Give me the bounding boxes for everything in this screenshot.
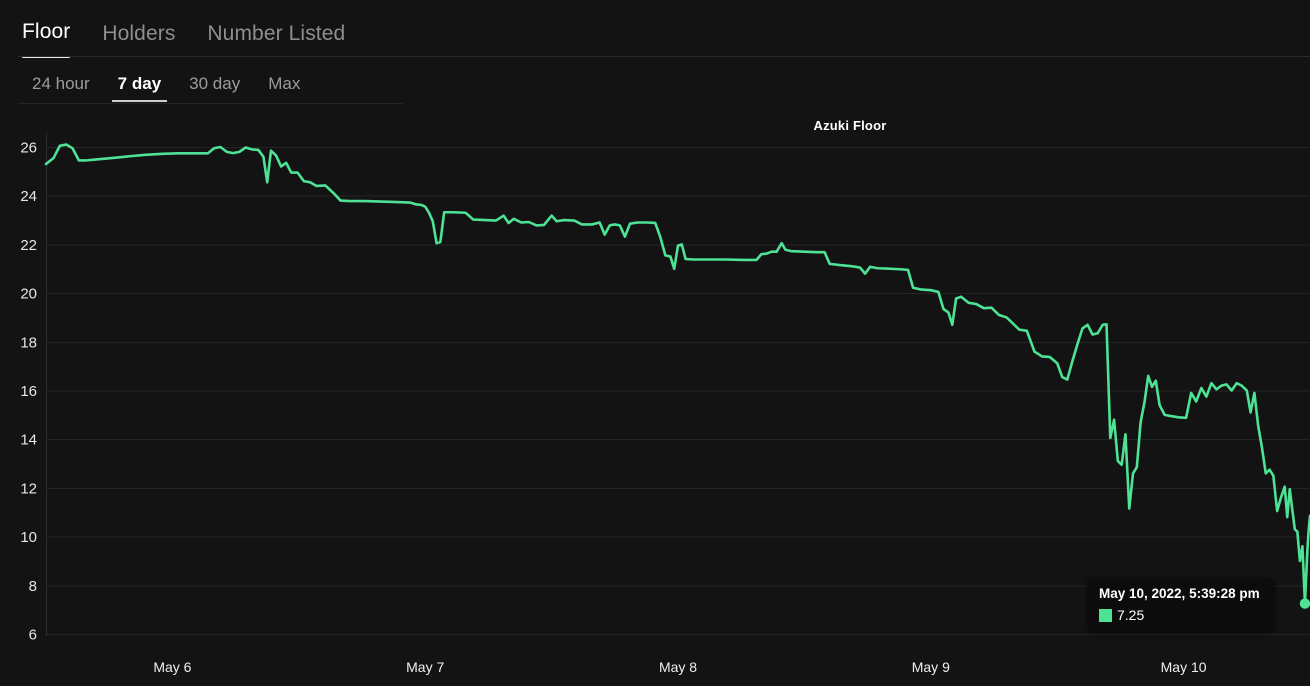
y-axis-tick-label: 22	[20, 237, 37, 254]
y-axis-tick-label: 20	[20, 286, 37, 303]
tab-number-listed-label: Number Listed	[207, 22, 345, 45]
x-axis-tick-label: May 8	[659, 659, 697, 675]
metric-tabbar: Floor Holders Number Listed	[0, 0, 1310, 58]
tab-floor[interactable]: Floor	[18, 18, 74, 58]
range-max[interactable]: Max	[254, 70, 314, 102]
y-axis-tick-label: 12	[20, 480, 37, 497]
x-axis-tick-label: May 6	[153, 659, 191, 675]
metric-tabs: Floor Holders Number Listed	[18, 18, 349, 58]
chart-tooltip: May 10, 2022, 5:39:28 pm 7.25	[1088, 578, 1274, 631]
range-7-day-label: 7 day	[118, 74, 161, 93]
range-divider	[18, 103, 403, 104]
y-axis-tick-label: 24	[20, 188, 37, 205]
y-axis-tick-label: 6	[29, 627, 37, 644]
tab-holders[interactable]: Holders	[98, 20, 179, 58]
range-max-label: Max	[268, 74, 300, 93]
time-range-selector: 24 hour 7 day 30 day Max	[18, 70, 314, 102]
floor-price-line	[46, 145, 1310, 604]
y-axis-tick-label: 26	[20, 140, 37, 157]
y-axis-tick-label: 14	[20, 432, 37, 449]
tabbar-divider	[18, 56, 1310, 57]
nft-stats-panel: Floor Holders Number Listed 24 hour 7 da…	[0, 0, 1310, 686]
y-axis-tick-label: 18	[20, 334, 37, 351]
hovered-data-point-marker[interactable]	[1301, 599, 1309, 607]
y-axis-tick-label: 8	[29, 578, 37, 595]
tooltip-value-row: 7.25	[1099, 607, 1262, 623]
tooltip-value: 7.25	[1117, 607, 1144, 623]
y-axis-tick-label: 16	[20, 383, 37, 400]
range-7-day[interactable]: 7 day	[104, 70, 175, 102]
range-24-hour-label: 24 hour	[32, 74, 90, 93]
tab-floor-label: Floor	[22, 20, 70, 43]
tooltip-series-swatch-icon	[1099, 609, 1112, 622]
range-30-day-label: 30 day	[189, 74, 240, 93]
x-axis-tick-label: May 9	[912, 659, 950, 675]
range-24-hour[interactable]: 24 hour	[18, 70, 104, 102]
tab-number-listed[interactable]: Number Listed	[203, 20, 349, 58]
tooltip-timestamp: May 10, 2022, 5:39:28 pm	[1099, 585, 1262, 603]
x-axis-tick-label: May 10	[1161, 659, 1207, 675]
y-axis-tick-label: 10	[20, 529, 37, 546]
x-axis-tick-label: May 7	[406, 659, 444, 675]
range-30-day[interactable]: 30 day	[175, 70, 254, 102]
tab-holders-label: Holders	[102, 22, 175, 45]
